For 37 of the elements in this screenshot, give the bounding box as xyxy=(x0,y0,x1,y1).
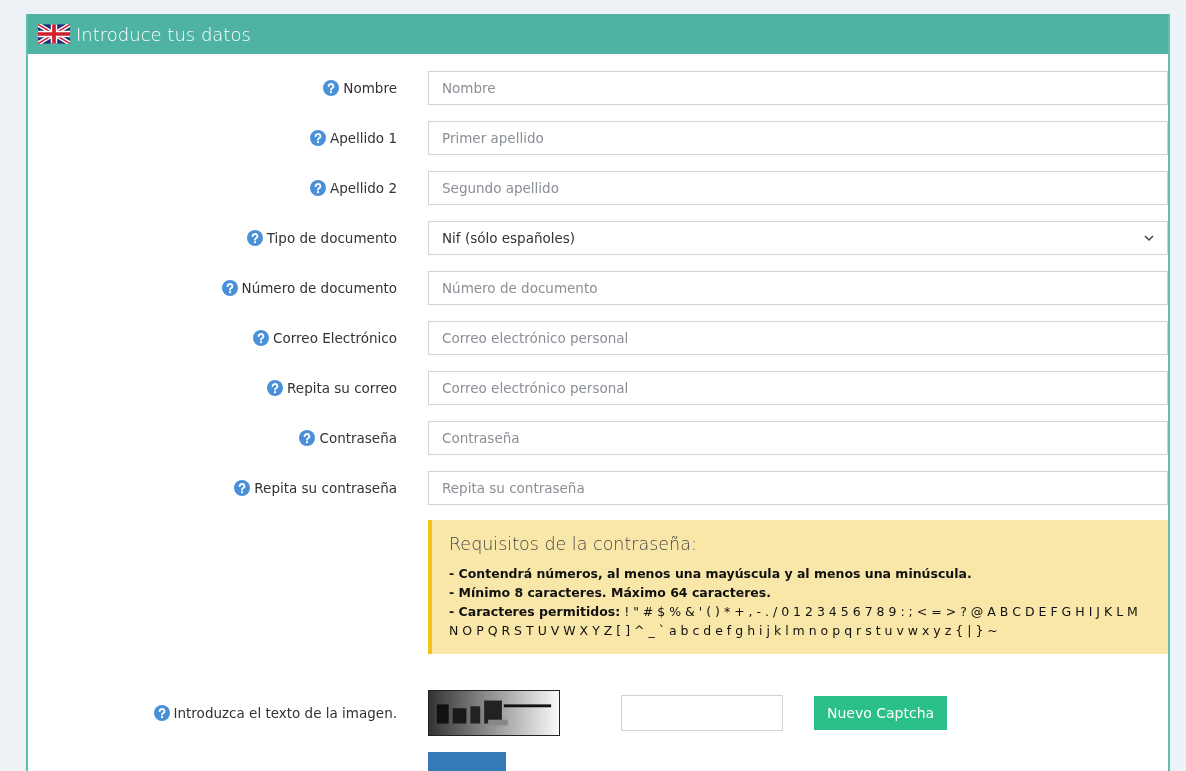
field-label: Introduzca el texto de la imagen. xyxy=(173,705,397,721)
help-icon[interactable] xyxy=(253,330,270,346)
field-label: Apellido 1 xyxy=(329,130,397,146)
help-icon[interactable] xyxy=(153,705,170,721)
help-icon[interactable] xyxy=(323,80,340,96)
field-label: Apellido 2 xyxy=(329,180,397,196)
text-field[interactable]: Nombre xyxy=(428,71,1168,105)
field-label: Correo Electrónico xyxy=(273,330,397,346)
help-icon[interactable] xyxy=(299,430,316,446)
help-icon[interactable] xyxy=(221,280,238,296)
text-field[interactable]: Repita su contraseña xyxy=(428,471,1168,505)
field-label: Tipo de documento xyxy=(266,230,397,246)
text-field[interactable]: Número de documento xyxy=(428,271,1168,305)
field-label: Repita su correo xyxy=(287,380,397,396)
text-field[interactable]: Contraseña xyxy=(428,421,1168,455)
text-field[interactable]: Correo electrónico personal xyxy=(428,321,1168,355)
flag-icon[interactable] xyxy=(38,24,70,44)
help-icon[interactable] xyxy=(246,230,263,246)
field-label: Número de documento xyxy=(241,280,397,296)
text-field[interactable]: Primer apellido xyxy=(428,121,1168,155)
help-icon[interactable] xyxy=(309,180,326,196)
field-label: Contraseña xyxy=(319,430,397,446)
help-icon[interactable] xyxy=(234,480,251,496)
field-label: Repita su contraseña xyxy=(254,480,397,496)
help-icon[interactable] xyxy=(309,130,326,146)
field-label: Nombre xyxy=(343,80,397,96)
text-field[interactable]: Correo electrónico personal xyxy=(428,371,1168,405)
help-icon[interactable] xyxy=(267,380,284,396)
text-field[interactable]: Segundo apellido xyxy=(428,171,1168,205)
requirements-title: Requisitos de la contraseña: xyxy=(449,534,698,554)
requirement-text: - Contendrá números, al menos una mayúscula y al menos una minúscula. xyxy=(449,565,973,583)
chevron-icon xyxy=(1144,234,1154,242)
document-type-dropdown[interactable]: Nif (sólo españoles) xyxy=(428,221,1168,255)
requirement-text: - Caracteres permitidos: ! " # $ % & ' ( ) * + , - . / 0 1 2 3 4 5 6 7 8 9 : ; < = > ? @ A B C D E F G H I J K L M N O P Q R S T U V W X Y Z [ ] ^ _ ` a b c d e f g h i j k l m n o p q r s t u v w x y z { | } ~ xyxy=(449,603,1139,640)
requirement-text: - Mínimo 8 caracteres. Máximo 64 caracteres. xyxy=(449,584,773,602)
captcha-field[interactable] xyxy=(621,695,783,731)
panel-title: Introduce tus datos xyxy=(76,23,251,45)
